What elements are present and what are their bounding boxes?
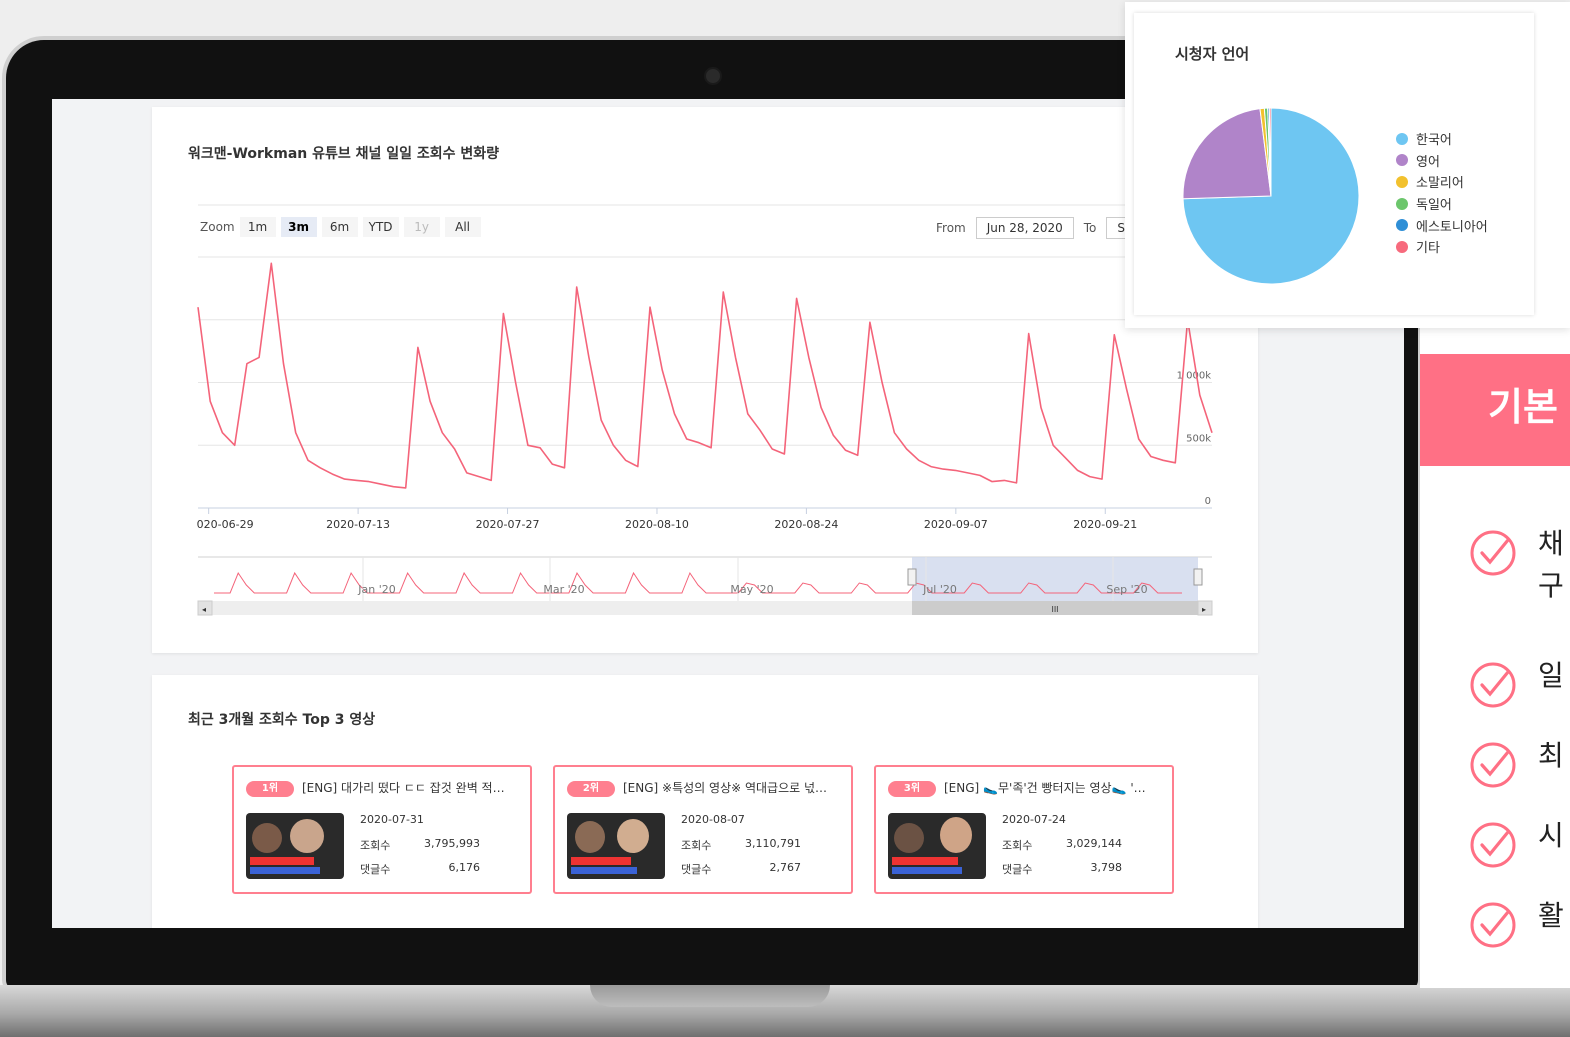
comments-value: 2,767 — [769, 861, 802, 874]
legend-label: 에스토니아어 — [1416, 219, 1488, 235]
feature-item-5: 활 — [1468, 899, 1570, 950]
feature-item-text: 최 — [1538, 739, 1564, 772]
feature-item-text: 채 — [1538, 527, 1564, 560]
pie-slice[interactable] — [1182, 108, 1272, 200]
legend-dot — [1396, 175, 1408, 188]
rank-badge: 3위 — [888, 781, 936, 797]
x-tick-label: 020-06-29 — [197, 518, 254, 531]
top-video-card-2[interactable]: 2위 [ENG] ※특성의 영상※ 역대급으로 넋… 2020-08-07 조회… — [553, 765, 853, 894]
video-thumbnail[interactable] — [567, 813, 665, 879]
legend-label: 영어 — [1416, 154, 1440, 170]
video-date: 2020-07-31 — [360, 813, 424, 826]
daily-views-card: 워크맨-Workman 유튜브 채널 일일 조회수 변화량 Zoom 1m 3m… — [152, 107, 1258, 653]
legend-label: 기타 — [1416, 241, 1440, 257]
feature-item-text: 활 — [1538, 899, 1564, 932]
camera-icon — [704, 67, 722, 85]
y-tick-label: 0 — [1205, 496, 1211, 507]
top-videos-card: 최근 3개월 조회수 Top 3 영상 1위 [ENG] 대가리 떴다 ㄷㄷ 잡… — [152, 675, 1258, 928]
views-value: 3,029,144 — [1066, 837, 1122, 850]
feature-item-text: 구 — [1538, 569, 1564, 602]
feature-item-3: 최 — [1468, 739, 1570, 790]
feature-item-text: 일 — [1538, 659, 1564, 692]
navigator-handle-left — [907, 568, 917, 586]
navigator-handle-right — [1193, 568, 1203, 586]
video-date: 2020-08-07 — [681, 813, 745, 826]
views-value: 3,110,791 — [745, 837, 801, 850]
check-circle-icon — [1470, 662, 1516, 708]
scroll-grip: III — [1051, 605, 1058, 614]
x-tick-label: 2020-09-21 — [1073, 518, 1137, 531]
comments-value: 6,176 — [448, 861, 481, 874]
navigator-label: May '20 — [730, 583, 773, 596]
x-tick-label: 2020-08-10 — [625, 518, 689, 531]
check-circle-icon — [1470, 822, 1516, 868]
top-videos-title: 최근 3개월 조회수 Top 3 영상 — [188, 712, 376, 728]
viewer-language-popup: 시청자 언어 한국어 영어 소말리어 독일어 에스토니아어 기타 — [1125, 2, 1570, 328]
legend-item[interactable]: 기타 — [1396, 236, 1488, 258]
feature-item-2: 일 — [1468, 659, 1570, 710]
feature-heading-bar: 기본 — [1420, 354, 1570, 466]
feature-item-4: 시 — [1468, 819, 1570, 870]
feature-item-text: 시 — [1538, 819, 1564, 852]
scroll-left-icon: ◂ — [202, 605, 206, 614]
viewer-language-pie — [1182, 107, 1360, 285]
legend-item[interactable]: 독일어 — [1396, 193, 1488, 215]
x-tick-label: 2020-07-13 — [326, 518, 390, 531]
legend-item[interactable]: 한국어 — [1396, 128, 1488, 150]
x-tick-label: 2020-07-27 — [476, 518, 540, 531]
legend-label: 소말리어 — [1416, 176, 1464, 192]
legend-dot — [1396, 219, 1408, 232]
navigator-label: Mar '20 — [543, 583, 584, 596]
legend-dot — [1396, 197, 1408, 210]
legend-dot — [1396, 132, 1408, 145]
legend-dot — [1396, 154, 1408, 167]
comments-value: 3,798 — [1090, 861, 1123, 874]
rank-badge: 1위 — [246, 781, 294, 797]
video-title[interactable]: [ENG] ※특성의 영상※ 역대급으로 넋… — [623, 779, 845, 796]
video-title[interactable]: [ENG] 🥿무'족'건 빵터지는 영상🥿 '… — [944, 779, 1166, 796]
pie-legend: 한국어 영어 소말리어 독일어 에스토니아어 기타 — [1396, 128, 1488, 258]
feature-item-1: 채 구 — [1468, 527, 1570, 602]
daily-views-series-line — [197, 262, 1213, 489]
x-tick-label: 2020-09-07 — [924, 518, 988, 531]
legend-item[interactable]: 에스토니아어 — [1396, 214, 1488, 236]
rank-badge: 2위 — [567, 781, 615, 797]
viewer-language-card: 시청자 언어 한국어 영어 소말리어 독일어 에스토니아어 기타 — [1134, 13, 1534, 315]
scroll-right-icon: ▸ — [1202, 605, 1206, 614]
video-title[interactable]: [ENG] 대가리 떴다 ㄷㄷ 잡것 완벽 적… — [302, 779, 524, 796]
video-date: 2020-07-24 — [1002, 813, 1066, 826]
legend-item[interactable]: 소말리어 — [1396, 171, 1488, 193]
legend-label: 한국어 — [1416, 133, 1452, 149]
legend-item[interactable]: 영어 — [1396, 150, 1488, 172]
check-circle-icon — [1470, 742, 1516, 788]
views-value: 3,795,993 — [424, 837, 480, 850]
laptop-notch — [590, 985, 830, 1007]
legend-label: 독일어 — [1416, 198, 1452, 214]
daily-views-line-chart: 0500k1 000k1 500k020-06-292020-07-132020… — [197, 204, 1213, 616]
check-circle-icon — [1470, 902, 1516, 948]
video-thumbnail[interactable] — [888, 813, 986, 879]
pie-title: 시청자 언어 — [1175, 45, 1250, 63]
video-thumbnail[interactable] — [246, 813, 344, 879]
navigator-label: Jan '20 — [357, 583, 395, 596]
top-video-card-3[interactable]: 3위 [ENG] 🥿무'족'건 빵터지는 영상🥿 '… 2020-07-24 조… — [874, 765, 1174, 894]
feature-heading: 기본 — [1488, 385, 1558, 429]
navigator-label: Sep '20 — [1106, 583, 1147, 596]
check-circle-icon — [1470, 530, 1516, 576]
y-tick-label: 500k — [1186, 433, 1211, 444]
top-video-card-1[interactable]: 1위 [ENG] 대가리 떴다 ㄷㄷ 잡것 완벽 적… 2020-07-31 조… — [232, 765, 532, 894]
x-tick-label: 2020-08-24 — [774, 518, 838, 531]
navigator-label: Jul '20 — [922, 583, 957, 596]
legend-dot — [1396, 240, 1408, 253]
